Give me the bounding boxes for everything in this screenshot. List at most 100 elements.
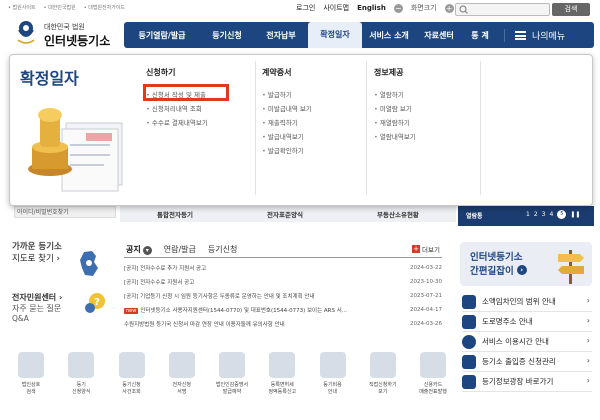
news-divider xyxy=(124,257,442,258)
service-tab-bar: 통합전자등기 전자표준양식 부동산소유현황 xyxy=(120,206,456,222)
menu-item-view[interactable]: 열람하기 xyxy=(374,88,416,102)
logo-subtitle: 대한민국 법원 xyxy=(44,23,85,31)
search-icon xyxy=(459,5,468,14)
house-icon xyxy=(462,294,476,309)
quick-link-lease-scope[interactable]: 소액임차인의 범위 안내 › xyxy=(462,292,592,312)
slide-page-current[interactable]: 5 xyxy=(557,210,567,219)
slide-page[interactable]: 4 xyxy=(549,211,553,218)
question-icon xyxy=(319,352,346,378)
nav-item-statistics[interactable]: 통 계 xyxy=(462,30,498,41)
svg-text:?: ? xyxy=(94,297,100,308)
news-tabs: 공지 ▾ 연람/발급 등기신청 xyxy=(126,244,237,255)
menu-col-heading: 계약증서 xyxy=(262,68,292,77)
shortcut-case-lookup[interactable]: 등기신청 사건조회 xyxy=(113,352,151,396)
my-menu-button[interactable]: 나의메뉴 xyxy=(504,28,566,42)
family-link[interactable]: • 법원사이트 xyxy=(8,4,36,11)
pause-icon[interactable]: ❚❚ xyxy=(570,211,580,218)
news-date: 2024-04-17 xyxy=(410,307,442,313)
list-item[interactable]: [공지] 전자수수료 추가 지원서 공고 2024-03-22 xyxy=(124,261,442,275)
menu-item-issue[interactable]: 발급하기 xyxy=(262,88,312,102)
monitor-icon xyxy=(369,352,396,378)
menu-col-contract: 계약증서 발급하기 미발급내역 보기 재출력하기 발급내역보기 발급확인하기 xyxy=(262,67,312,158)
list-item[interactable]: [공지] 전자수수료 지원서 공고 2023-10-30 xyxy=(124,275,442,289)
tab-real-estate-ownership[interactable]: 부동산소유현황 xyxy=(377,209,419,219)
stamp-icon xyxy=(219,352,245,378)
search-input[interactable] xyxy=(455,3,550,16)
family-link[interactable]: • 대한민국법원 xyxy=(44,4,76,11)
english-link[interactable]: English xyxy=(357,4,386,12)
stamp-illustration xyxy=(28,108,123,192)
login-link[interactable]: 로그인 xyxy=(296,3,315,13)
tab-registry-apply[interactable]: 등기신청 xyxy=(208,244,237,255)
menu-item-issue-verify[interactable]: 발급확인하기 xyxy=(262,144,312,158)
court-seal-logo xyxy=(17,21,35,44)
shortcut-seal-certificate[interactable]: 법인인감증명서 발급예약 xyxy=(213,352,251,396)
list-item[interactable]: new 인터넷등기소 사용자지원센터(1544-0770) 및 대표번호(1544… xyxy=(124,303,442,317)
news-date: 2023-10-30 xyxy=(410,279,442,285)
slide-label: 열람통 xyxy=(466,213,483,220)
family-link[interactable]: • 대법원전자가이드 xyxy=(84,4,125,11)
guide-banner[interactable]: 인터넷등기소 간편길잡이 › xyxy=(460,242,592,286)
menu-item-apply-history[interactable]: 신청처리내역 조회 xyxy=(146,102,208,116)
news-title: 수원지방법원 등기국 신청서 마감 연장 안내 이용자들께 유의사항 안내 xyxy=(124,322,285,328)
menu-item-unviewed[interactable]: 미열람 보기 xyxy=(374,102,416,116)
document-search-icon xyxy=(118,352,145,378)
news-date: 2024-03-22 xyxy=(410,265,442,271)
nav-item-resource-center[interactable]: 자료센터 xyxy=(416,30,462,41)
news-title: 인터넷등기소 사용자지원센터(1544-0770) 및 대표번호(1544-07… xyxy=(140,308,348,314)
list-item[interactable]: [공지] 기업등기 신청 시 임원 등기사항은 두종류로 운영하는 안내 및 조… xyxy=(124,289,442,303)
tab-notice[interactable]: 공지 ▾ xyxy=(126,244,152,255)
slide-page[interactable]: 1 xyxy=(526,211,530,218)
menu-item-issue-history[interactable]: 발급내역보기 xyxy=(262,130,312,144)
new-badge: new xyxy=(124,308,139,314)
menu-item-unissued[interactable]: 미발급내역 보기 xyxy=(262,102,312,116)
magnifier-icon xyxy=(18,352,44,378)
news-title: [공지] 전자수수료 지원서 공고 xyxy=(124,280,195,286)
family-site-links: • 법원사이트 • 대한민국법원 • 대법원전자가이드 xyxy=(8,4,125,11)
quick-link-service-hours[interactable]: 서비스 이용시간 안내 › xyxy=(462,332,592,352)
quick-link-road-address[interactable]: 도로명주소 안내 › xyxy=(462,312,592,332)
more-button[interactable]: + 더보기 xyxy=(412,244,440,254)
my-menu-label: 나의메뉴 xyxy=(532,31,566,42)
menu-item-review[interactable]: 재열람하기 xyxy=(374,116,416,130)
news-date: 2023-07-21 xyxy=(410,293,442,299)
sitemap-link[interactable]: 사이트맵 xyxy=(323,3,349,13)
side-slide-banner: 열람통 1 2 3 4 5 ❚❚ xyxy=(458,206,594,226)
plus-icon: + xyxy=(412,245,420,253)
shortcut-e-sign[interactable]: 전자신청 서명 xyxy=(163,352,201,396)
nav-item-registry-apply[interactable]: 등기신청 xyxy=(200,30,254,41)
tab-view-issue[interactable]: 연람/발급 xyxy=(164,244,196,255)
shortcut-direct-apply[interactable]: 직접신청하기 보기 xyxy=(364,352,402,396)
nav-item-e-payment[interactable]: 전자납부 xyxy=(254,30,308,41)
slide-page[interactable]: 3 xyxy=(542,211,546,218)
menu-item-reprint[interactable]: 재출력하기 xyxy=(262,116,312,130)
guide-banner-line1: 인터넷등기소 xyxy=(470,252,523,263)
menu-item-fee-history[interactable]: 수수료 결제내역보기 xyxy=(146,116,208,130)
nav-item-registry-view[interactable]: 등기열람/발급 xyxy=(124,30,200,41)
find-id-password-link[interactable]: 아이디/비밀번호찾기 xyxy=(14,206,116,218)
tab-integrated-e-registry[interactable]: 통합전자등기 xyxy=(157,209,193,219)
shortcut-card-receipt[interactable]: 신용카드 매출전표발행 xyxy=(414,352,452,396)
list-item[interactable]: 수원지방법원 등기국 신청서 마감 연장 안내 이용자들께 유의사항 안내 202… xyxy=(124,317,442,331)
mega-menu-fixed-date: 확정일자 신청하기 신청서 작성 및 제출 신청처리내역 조회 수수료 결제내역… xyxy=(9,54,593,206)
shortcut-fee-guide[interactable]: 등기비용 안내 xyxy=(314,352,352,396)
nav-item-fixed-date[interactable]: 확정일자 xyxy=(308,22,362,48)
building-icon xyxy=(462,374,476,389)
quick-link-access-card[interactable]: 등기소 출입증 신청관리 › xyxy=(462,352,592,372)
quick-links: 소액임차인의 범위 안내 › 도로명주소 안내 › 서비스 이용시간 안내 › 등기소… xyxy=(462,292,592,392)
quick-link-info-plaza[interactable]: 등기정보광장 바로가기 › xyxy=(462,372,592,392)
search-button[interactable]: 검색 xyxy=(552,3,590,16)
nav-item-service-intro[interactable]: 서비스 소개 xyxy=(362,30,416,41)
receipt-icon xyxy=(269,352,296,378)
zoom-out-icon[interactable]: − xyxy=(393,3,403,13)
slide-page[interactable]: 2 xyxy=(534,211,538,218)
qna-label: Q&A xyxy=(12,314,29,323)
zoom-in-icon[interactable]: + xyxy=(444,3,454,13)
site-logo[interactable]: 대한민국 법원 인터넷등기소 xyxy=(8,18,120,54)
menu-item-view-history[interactable]: 열람내역보기 xyxy=(374,130,416,144)
shortcut-corp-search[interactable]: 법인상호 검색 xyxy=(12,352,50,396)
shortcut-forms[interactable]: 등기 신청양식 xyxy=(62,352,100,396)
shortcut-license-tax[interactable]: 등록면허세 정액등록신고 xyxy=(263,352,301,396)
signpost-icon xyxy=(558,250,584,284)
tab-e-standard-form[interactable]: 전자표준양식 xyxy=(267,209,303,219)
